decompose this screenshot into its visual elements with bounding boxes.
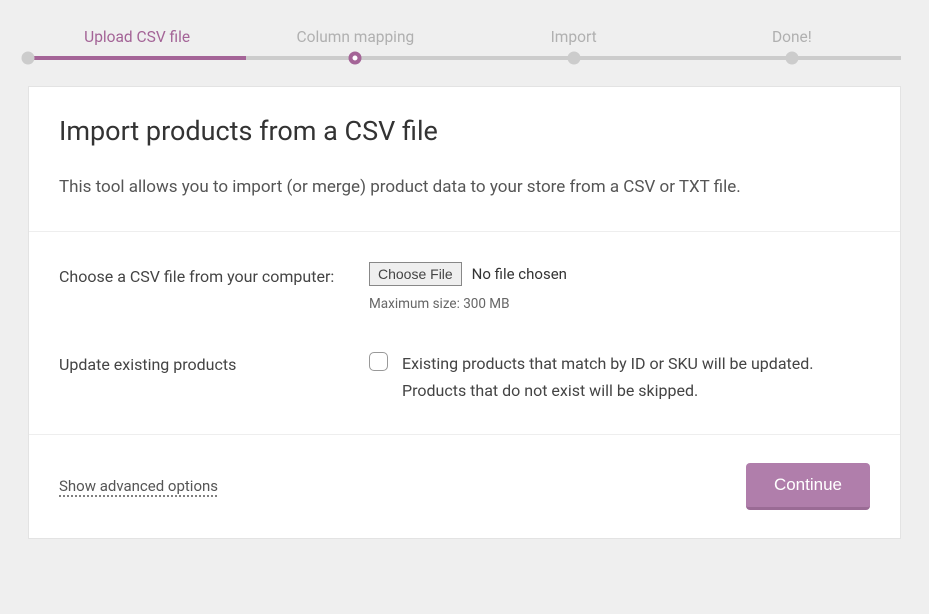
import-card: Import products from a CSV file This too… [28,86,901,539]
update-existing-checkbox[interactable] [369,352,388,371]
progress-bar-fill [28,56,246,60]
file-upload-label: Choose a CSV file from your computer: [59,262,369,290]
step-import: Import [465,28,683,46]
progress-stepper: Upload CSV file Column mapping Import Do… [0,0,929,60]
progress-dot-1 [349,52,362,65]
progress-dot-3 [785,52,798,65]
card-header: Import products from a CSV file This too… [29,87,900,232]
update-existing-description: Existing products that match by ID or SK… [402,350,870,404]
step-column-mapping: Column mapping [246,28,464,46]
continue-button[interactable]: Continue [746,463,870,510]
progress-dot-4 [22,52,35,65]
card-body: Choose a CSV file from your computer: Ch… [29,232,900,435]
update-existing-label: Update existing products [59,350,369,378]
show-advanced-options-link[interactable]: Show advanced options [59,477,218,495]
update-existing-row: Update existing products Existing produc… [59,350,870,404]
file-upload-row: Choose a CSV file from your computer: Ch… [59,262,870,312]
file-size-hint: Maximum size: 300 MB [369,296,870,312]
page-description: This tool allows you to import (or merge… [59,175,870,201]
step-upload-csv[interactable]: Upload CSV file [28,28,246,46]
step-done: Done! [683,28,901,46]
progress-bar [28,56,901,60]
file-status-text: No file chosen [472,265,567,283]
page-title: Import products from a CSV file [59,115,870,147]
progress-dot-2 [567,52,580,65]
card-footer: Show advanced options Continue [29,435,900,538]
choose-file-button[interactable]: Choose File [369,262,462,286]
